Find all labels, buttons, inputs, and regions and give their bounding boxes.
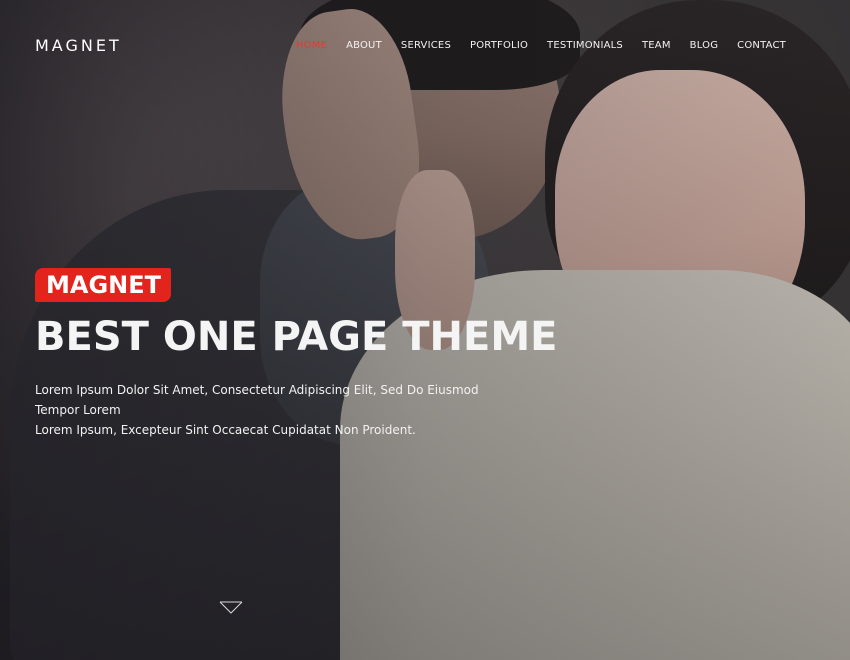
nav-item-services[interactable]: SERVICES [382, 40, 451, 51]
hero-badge: MAGNET [35, 268, 172, 302]
nav-item-portfolio[interactable]: PORTFOLIO [451, 40, 528, 51]
nav-item-blog[interactable]: BLOG [671, 40, 719, 51]
chevron-down-icon[interactable] [219, 601, 243, 615]
main-nav: HOME ABOUT SERVICES PORTFOLIO TESTIMONIA… [277, 40, 786, 51]
hero-description-line-2: Lorem Ipsum, Excepteur Sint Occaecat Cup… [35, 423, 416, 437]
hero-description: Lorem Ipsum Dolor Sit Amet, Consectetur … [35, 380, 515, 440]
nav-item-about[interactable]: ABOUT [327, 40, 382, 51]
hero-description-line-1: Lorem Ipsum Dolor Sit Amet, Consectetur … [35, 383, 479, 417]
nav-item-team[interactable]: TEAM [623, 40, 671, 51]
site-logo[interactable]: MAGNET [35, 36, 122, 55]
hero-headline: BEST ONE PAGE THEME [35, 314, 558, 360]
nav-item-testimonials[interactable]: TESTIMONIALS [528, 40, 623, 51]
nav-item-contact[interactable]: CONTACT [718, 40, 786, 51]
nav-item-home[interactable]: HOME [277, 40, 327, 51]
hero-section: MAGNET HOME ABOUT SERVICES PORTFOLIO TES… [0, 0, 850, 660]
